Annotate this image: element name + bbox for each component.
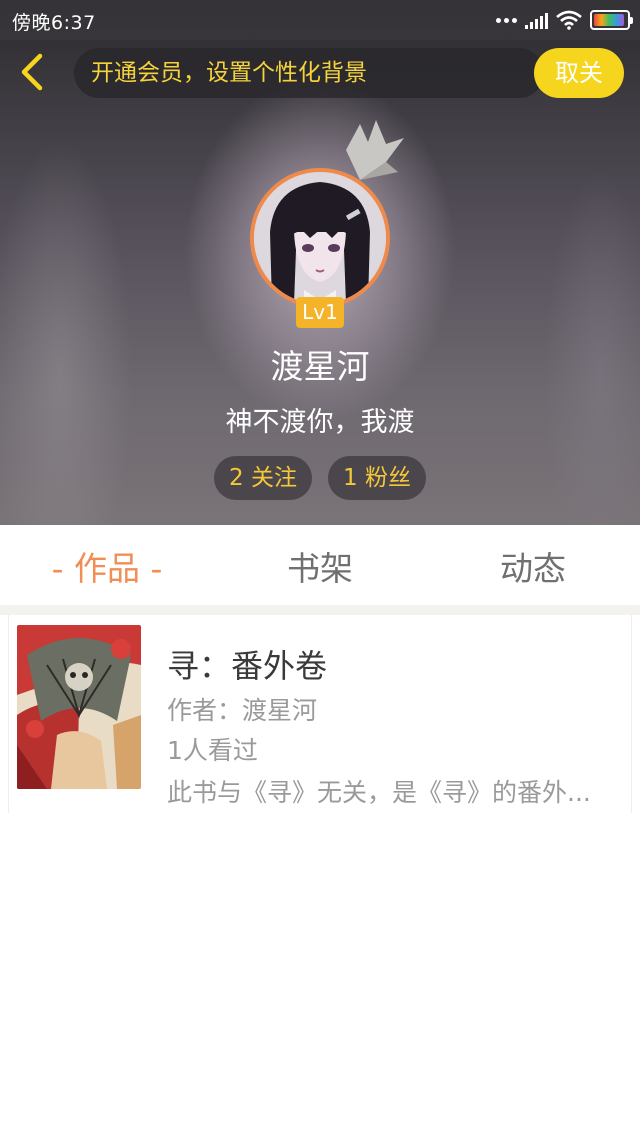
unfollow-button[interactable]: 取关: [534, 48, 624, 98]
user-signature: 神不渡你，我渡: [225, 407, 415, 438]
more-dots-icon: [496, 17, 517, 23]
status-icons: [496, 6, 633, 34]
profile-tabs: - 作品 - 书架 动态: [0, 525, 640, 605]
avatar-image: [250, 168, 390, 308]
book-card[interactable]: 寻：番外卷 作者：渡星河 1人看过 此书与《寻》无关，是《寻》的番外...: [8, 615, 632, 813]
vip-background-banner[interactable]: 开通会员，设置个性化背景: [74, 48, 544, 98]
fans-count-button[interactable]: 1 粉丝: [328, 456, 426, 500]
chevron-left-icon: [21, 53, 43, 91]
book-description: 此书与《寻》无关，是《寻》的番外...: [167, 778, 591, 807]
following-count-button[interactable]: 2 关注: [214, 456, 312, 500]
tab-works[interactable]: - 作品 -: [0, 525, 214, 605]
wifi-icon: [556, 10, 582, 30]
book-view-count: 1人看过: [167, 736, 258, 765]
battery-icon: [590, 10, 633, 30]
back-button[interactable]: [14, 52, 50, 92]
profile-header: 傍晚6:37 开通会员，设置个性化背景 取关 Lv1 渡星河 神不渡你，我渡 2…: [0, 0, 640, 525]
status-time: 傍晚6:37: [12, 12, 96, 34]
status-bar: 傍晚6:37: [0, 0, 640, 40]
avatar[interactable]: [250, 168, 390, 308]
section-divider: [0, 605, 640, 615]
level-badge: Lv1: [296, 297, 344, 328]
username: 渡星河: [270, 347, 370, 386]
tab-bookshelf[interactable]: 书架: [214, 525, 426, 605]
tab-activity[interactable]: 动态: [426, 525, 640, 605]
book-cover: [17, 625, 141, 789]
book-author: 作者：渡星河: [167, 696, 318, 725]
signal-icon: [525, 11, 548, 29]
book-title: 寻：番外卷: [167, 647, 328, 685]
